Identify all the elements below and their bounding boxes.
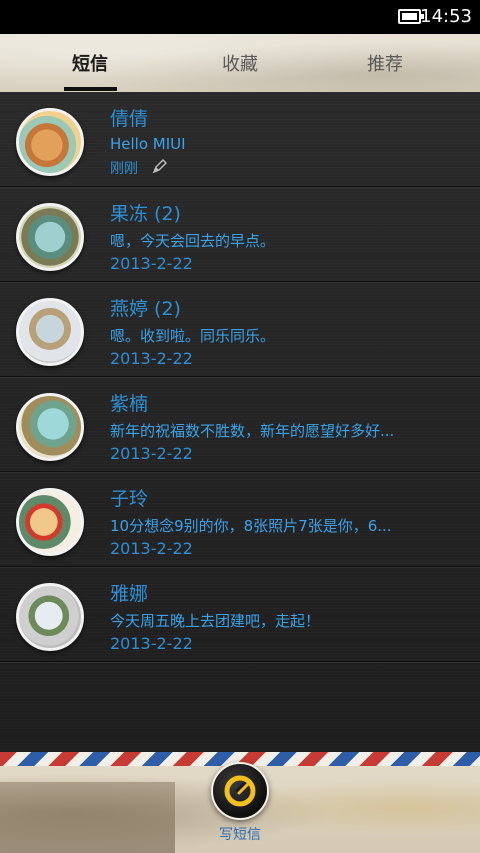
contact-name: 倩倩 (110, 108, 149, 130)
message-date: 2013-2-22 (110, 254, 193, 273)
conversation-row[interactable]: 果冻 (2) 嗯，今天会回去的早点。 2013-2-22 (0, 187, 480, 282)
message-date: 2013-2-22 (110, 634, 193, 653)
message-date: 2013-2-22 (110, 444, 193, 463)
compose-button[interactable]: 写短信 (209, 762, 271, 850)
conversation-list[interactable]: 倩倩 Hello MIUI 刚刚 果冻 (2) 嗯，今天会回去的早点。 2013… (0, 92, 480, 752)
battery-icon (398, 9, 424, 24)
active-tab-indicator (64, 87, 117, 91)
contact-avatar[interactable] (16, 488, 84, 556)
paper-texture (0, 782, 175, 853)
contact-name: 果冻 (2) (110, 203, 181, 225)
pencil-icon (152, 159, 167, 174)
contact-avatar[interactable] (16, 583, 84, 651)
message-preview: 今天周五晚上去团建吧，走起！ (110, 612, 321, 630)
contact-name: 子玲 (110, 488, 149, 510)
contact-avatar[interactable] (16, 298, 84, 366)
message-preview: 嗯。收到啦。同乐同乐。 (110, 327, 276, 345)
contact-avatar[interactable] (16, 108, 84, 176)
contact-avatar[interactable] (16, 393, 84, 461)
conversation-row[interactable]: 紫楠 新年的祝福数不胜数，新年的愿望好多好... 2013-2-22 (0, 377, 480, 472)
bottom-bar: 写短信 (0, 752, 480, 853)
message-date: 2013-2-22 (110, 539, 193, 558)
message-preview: Hello MIUI (110, 135, 186, 153)
compose-icon (224, 775, 256, 807)
tab-favorites[interactable]: 收藏 (180, 50, 300, 76)
status-time: 14:53 (420, 6, 472, 27)
contact-avatar[interactable] (16, 203, 84, 271)
contact-name: 雅娜 (110, 583, 149, 605)
message-preview: 10分想念9别的你，8张照片7张是你，6... (110, 517, 392, 535)
conversation-row[interactable]: 燕婷 (2) 嗯。收到啦。同乐同乐。 2013-2-22 (0, 282, 480, 377)
tab-sms[interactable]: 短信 (30, 50, 150, 76)
compose-label[interactable]: 写短信 (209, 824, 271, 844)
tab-recommended[interactable]: 推荐 (325, 50, 445, 76)
message-preview: 新年的祝福数不胜数，新年的愿望好多好... (110, 422, 395, 440)
message-date: 2013-2-22 (110, 349, 193, 368)
message-preview: 嗯，今天会回去的早点。 (110, 232, 276, 250)
tab-bar: 短信 收藏 推荐 (0, 34, 480, 93)
conversation-row[interactable]: 倩倩 Hello MIUI 刚刚 (0, 92, 480, 187)
contact-name: 紫楠 (110, 393, 149, 415)
conversation-row[interactable]: 子玲 10分想念9别的你，8张照片7张是你，6... 2013-2-22 (0, 472, 480, 567)
conversation-row[interactable]: 雅娜 今天周五晚上去团建吧，走起！ 2013-2-22 (0, 567, 480, 662)
compose-icon-circle[interactable] (211, 762, 269, 820)
message-date: 刚刚 (110, 161, 138, 177)
contact-name: 燕婷 (2) (110, 298, 181, 320)
status-bar: 14:53 (0, 0, 480, 34)
